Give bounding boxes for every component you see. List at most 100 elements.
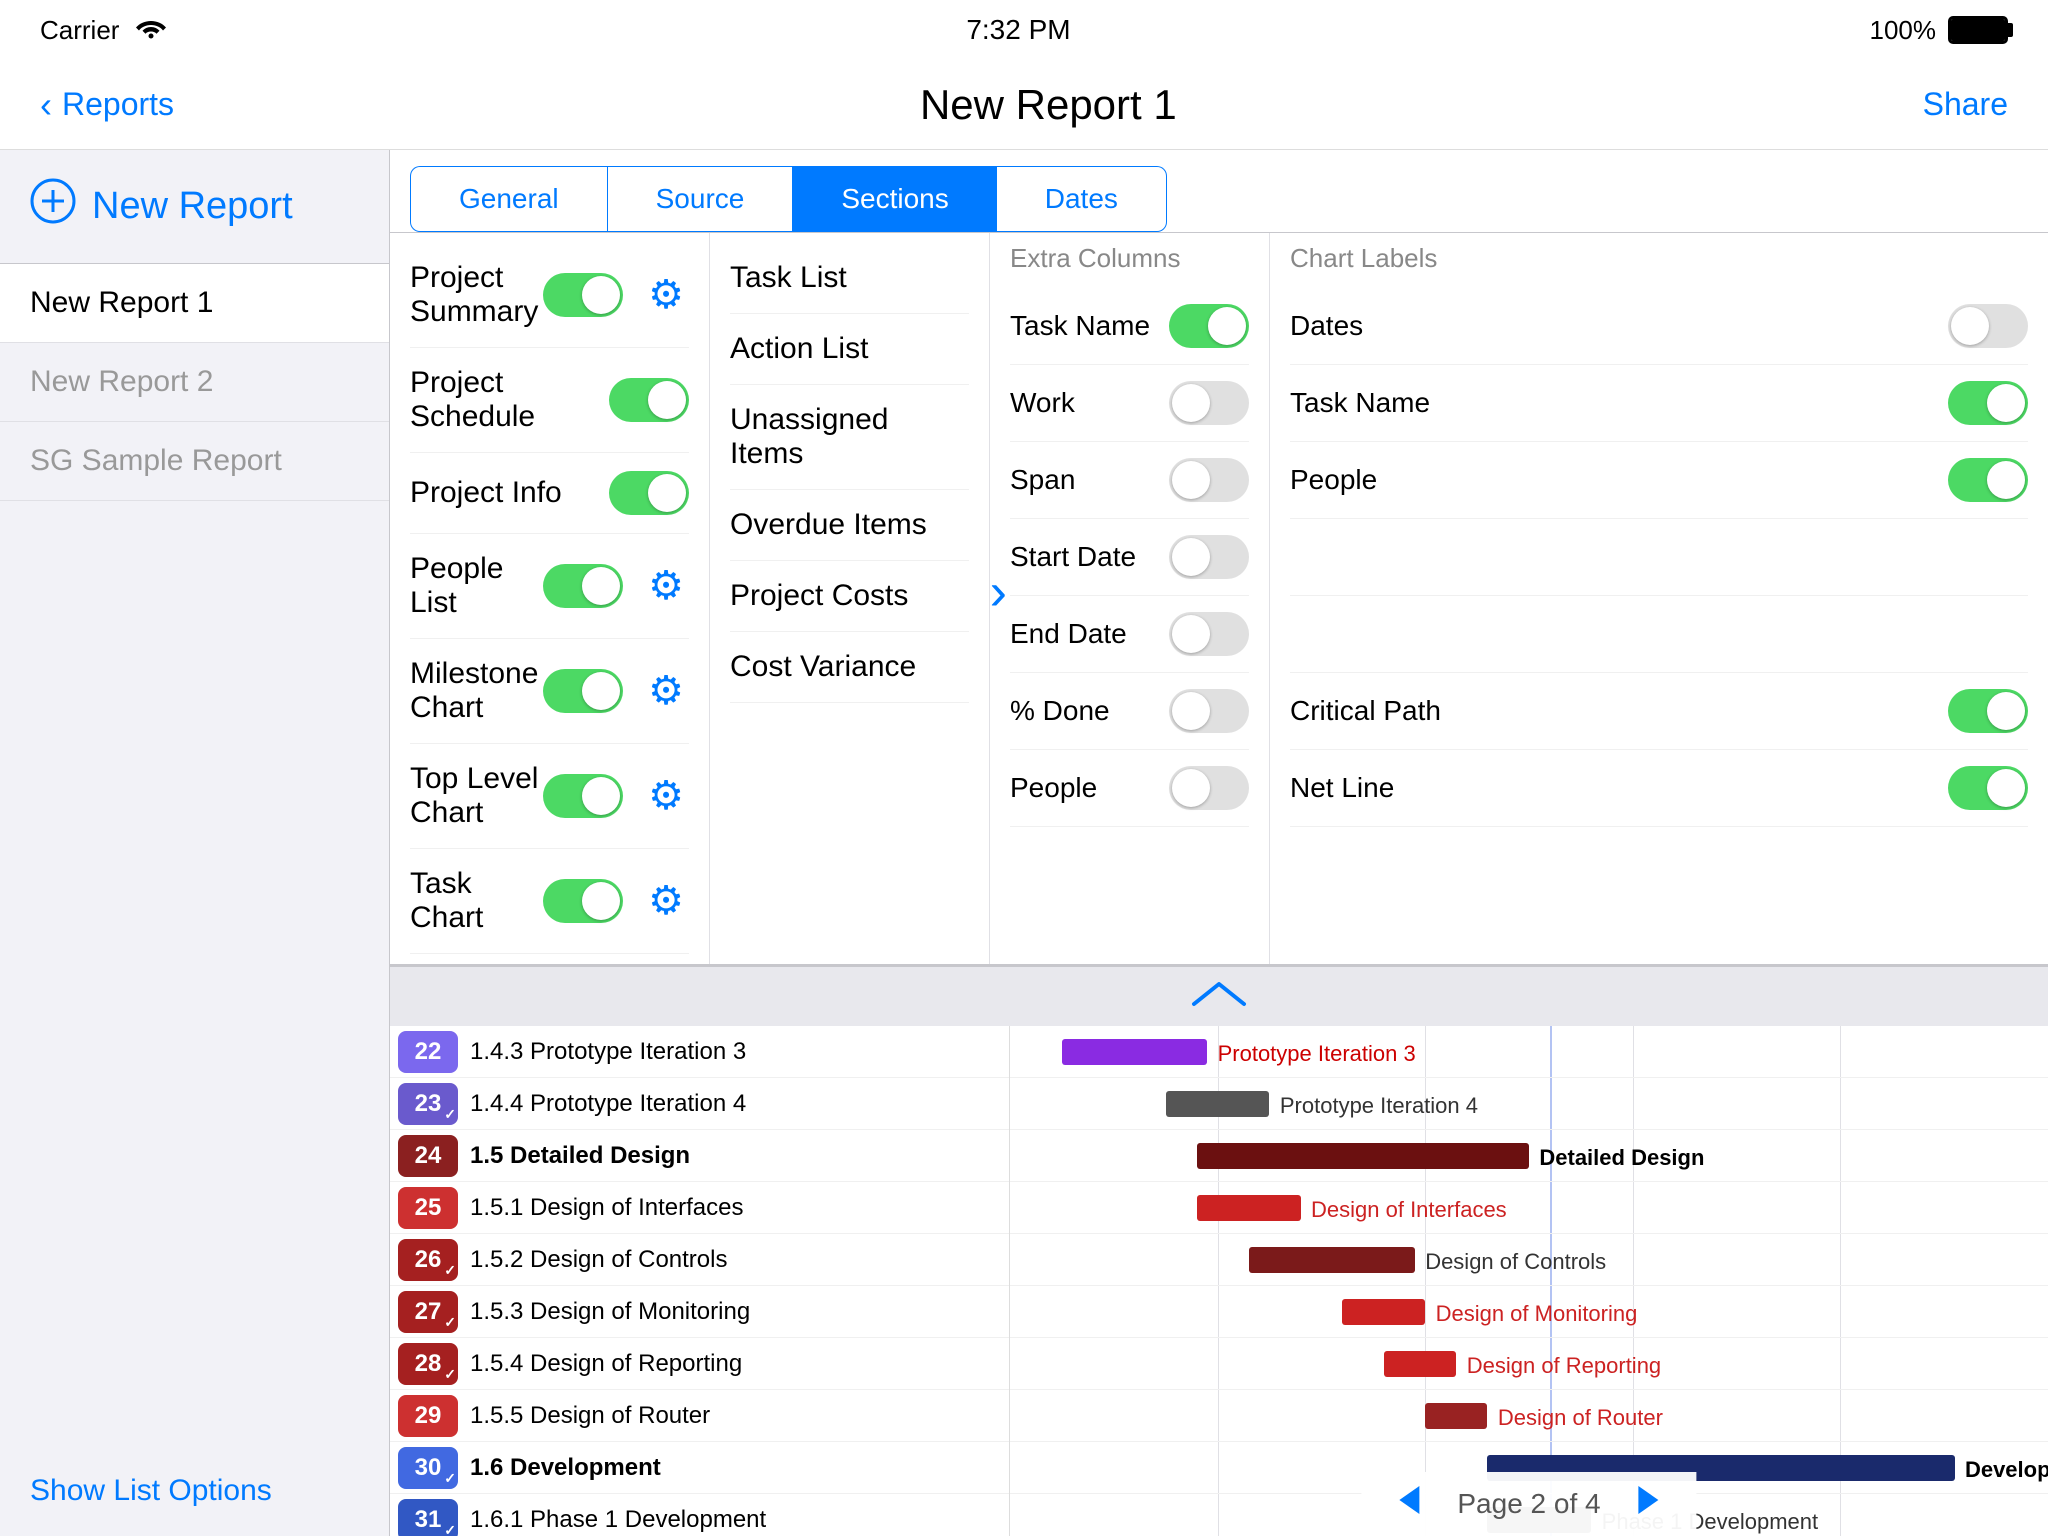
toggle-extra-work[interactable]: [1169, 381, 1249, 425]
gantt-bar-row-27: Design of Monitoring: [1010, 1286, 2048, 1338]
gantt-num-26: 26 ✓: [398, 1239, 458, 1281]
gantt-chart-area: Prototype Iteration 3 Prototype Iteratio…: [1010, 1026, 2048, 1536]
gantt-bar-row-26: Design of Controls: [1010, 1234, 2048, 1286]
section-overdue-items: Overdue Items: [730, 490, 969, 561]
toggle-chart-task-name[interactable]: [1948, 381, 2028, 425]
toggle-chart-net-line[interactable]: [1948, 766, 2028, 810]
toggle-people-list[interactable]: [543, 564, 623, 608]
gear-top-level-chart[interactable]: ⚙: [643, 773, 689, 819]
extra-people: People: [1010, 750, 1249, 827]
toggle-milestone-chart[interactable]: [543, 669, 623, 713]
section-project-info: Project Info: [410, 453, 689, 534]
section-top-level-chart: Top Level Chart ⚙: [410, 744, 689, 849]
page-prev-button[interactable]: [1391, 1482, 1427, 1526]
extra-percent-done: % Done: [1010, 673, 1249, 750]
share-button[interactable]: Share: [1923, 86, 2008, 123]
chart-critical-path: Critical Path: [1290, 673, 2028, 750]
sections-left-panel: Project Summary ⚙ Project Schedule Proje…: [390, 233, 710, 964]
chart-labels-panel: Chart Labels Dates Task Name People: [1270, 233, 2048, 964]
section-cost-variance: Cost Variance: [730, 632, 969, 703]
gantt-bar-row-28: Design of Reporting: [1010, 1338, 2048, 1390]
tab-dates[interactable]: Dates: [997, 166, 1167, 232]
main-container: New Report New Report 1 New Report 2 SG …: [0, 150, 2048, 1536]
gantt-row-29: 29 1.5.5 Design of Router: [390, 1390, 1009, 1442]
sidebar-item-report2[interactable]: New Report 2: [0, 343, 389, 422]
toggle-task-chart[interactable]: [543, 879, 623, 923]
gear-people-list[interactable]: ⚙: [643, 563, 689, 609]
toggle-top-level-chart[interactable]: [543, 774, 623, 818]
chart-labels-header: Chart Labels: [1290, 243, 2028, 274]
tabs-row: General Source Sections Dates: [390, 150, 2048, 233]
gantt-num-24: 24: [398, 1135, 458, 1177]
settings-area: Project Summary ⚙ Project Schedule Proje…: [390, 233, 2048, 966]
toggle-project-info[interactable]: [609, 471, 689, 515]
gantt-row-27: 27 ✓ 1.5.3 Design of Monitoring: [390, 1286, 1009, 1338]
sidebar-item-report1[interactable]: New Report 1: [0, 264, 389, 343]
gantt-row-28: 28 ✓ 1.5.4 Design of Reporting: [390, 1338, 1009, 1390]
toggle-chart-people[interactable]: [1948, 458, 2028, 502]
extra-span: Span: [1010, 442, 1249, 519]
content-panel: General Source Sections Dates Project Su…: [390, 150, 2048, 1536]
toggle-extra-task-name[interactable]: [1169, 304, 1249, 348]
tab-general[interactable]: General: [410, 166, 607, 232]
gantt-bar-row-25: Design of Interfaces: [1010, 1182, 2048, 1234]
toggle-extra-percent-done[interactable]: [1169, 689, 1249, 733]
page-next-button[interactable]: [1631, 1482, 1667, 1526]
gantt-row-22: 22 1.4.3 Prototype Iteration 3: [390, 1026, 1009, 1078]
gantt-num-23: 23 ✓: [398, 1083, 458, 1125]
scroll-chevron-right: ›: [990, 562, 1007, 622]
page-title: New Report 1: [920, 81, 1177, 129]
gantt-num-30: 30 ✓: [398, 1447, 458, 1489]
gantt-num-31: 31 ✓: [398, 1499, 458, 1536]
wifi-icon: [135, 15, 167, 46]
sidebar: New Report New Report 1 New Report 2 SG …: [0, 150, 390, 1536]
section-task-list: Task List: [730, 243, 969, 314]
show-list-options-button[interactable]: Show List Options: [0, 1446, 389, 1536]
chart-dates: Dates: [1290, 288, 2028, 365]
gantt-bar-row-23: Prototype Iteration 4: [1010, 1078, 2048, 1130]
gantt-bar-row-29: Design of Router: [1010, 1390, 2048, 1442]
plus-circle-icon: [30, 178, 76, 235]
toggle-extra-end-date[interactable]: [1169, 612, 1249, 656]
back-chevron-icon: ‹: [40, 84, 52, 126]
chart-net-line: Net Line: [1290, 750, 2028, 827]
tab-sections[interactable]: Sections: [792, 166, 996, 232]
toggle-extra-people[interactable]: [1169, 766, 1249, 810]
gear-milestone-chart[interactable]: ⚙: [643, 668, 689, 714]
toggle-extra-span[interactable]: [1169, 458, 1249, 502]
gear-task-chart[interactable]: ⚙: [643, 878, 689, 924]
back-button[interactable]: ‹ Reports: [40, 84, 174, 126]
gantt-num-28: 28 ✓: [398, 1343, 458, 1385]
gantt-num-22: 22: [398, 1031, 458, 1073]
toggle-extra-start-date[interactable]: [1169, 535, 1249, 579]
tab-source[interactable]: Source: [607, 166, 793, 232]
status-bar: Carrier 7:32 PM 100%: [0, 0, 2048, 60]
status-left: Carrier: [40, 15, 167, 46]
gear-project-summary[interactable]: ⚙: [643, 272, 689, 318]
carrier-label: Carrier: [40, 15, 119, 46]
battery-icon: [1948, 16, 2008, 44]
time-label: 7:32 PM: [966, 14, 1070, 46]
extra-columns-panel: Extra Columns Task Name Work Span Start …: [990, 233, 1270, 964]
toggle-project-schedule[interactable]: [609, 378, 689, 422]
extra-end-date: End Date: [1010, 596, 1249, 673]
gantt-row-31: 31 ✓ 1.6.1 Phase 1 Development: [390, 1494, 1009, 1536]
extra-work: Work: [1010, 365, 1249, 442]
toggle-chart-critical-path[interactable]: [1948, 689, 2028, 733]
chart-people: People: [1290, 442, 2028, 519]
collapse-button[interactable]: [390, 966, 2048, 1026]
toggle-chart-dates[interactable]: [1948, 304, 2028, 348]
gantt-bar-row-22: Prototype Iteration 3: [1010, 1026, 2048, 1078]
page-indicator: Page 2 of 4: [1361, 1472, 1696, 1536]
battery-label: 100%: [1869, 15, 1936, 46]
toggle-project-summary[interactable]: [543, 273, 623, 317]
gantt-task-list: 22 1.4.3 Prototype Iteration 3 23 ✓ 1.4.…: [390, 1026, 1010, 1536]
page-label: Page 2 of 4: [1457, 1488, 1600, 1520]
back-label[interactable]: Reports: [62, 86, 174, 123]
section-task-chart: Task Chart ⚙: [410, 849, 689, 954]
new-report-label: New Report: [92, 185, 293, 228]
section-project-schedule: Project Schedule: [410, 348, 689, 453]
sidebar-item-report3[interactable]: SG Sample Report: [0, 422, 389, 501]
new-report-button[interactable]: New Report: [0, 150, 389, 264]
section-project-costs: Project Costs: [730, 561, 969, 632]
